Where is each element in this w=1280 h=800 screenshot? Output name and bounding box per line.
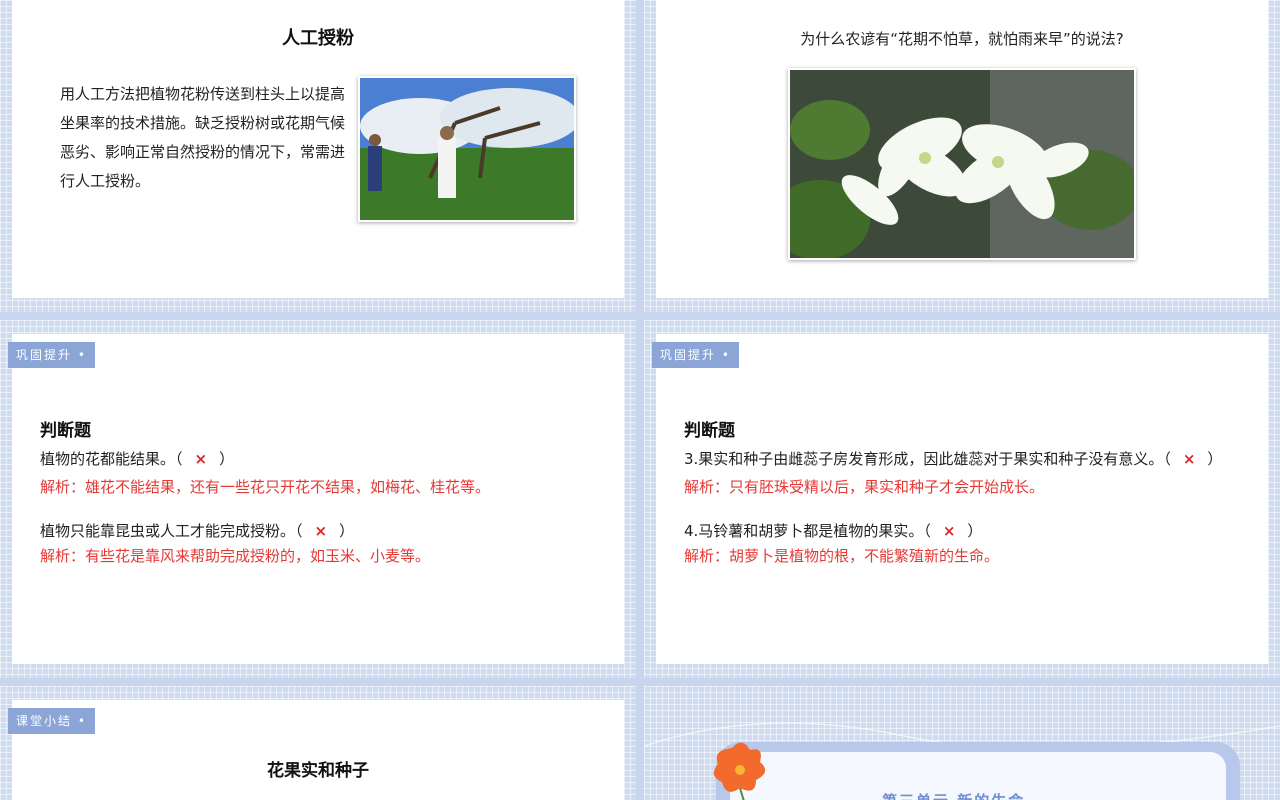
- question-1-close: ）: [219, 450, 235, 468]
- section-tag: 巩固提升 •: [8, 342, 95, 368]
- question-4-close: ）: [967, 522, 983, 540]
- question-heading: 判断题: [684, 421, 735, 441]
- question-1: 植物的花都能结果。（ × ）: [40, 448, 234, 469]
- wrong-mark-icon: ×: [194, 450, 208, 468]
- wrong-mark-icon: ×: [1182, 450, 1196, 468]
- wrong-mark-icon: ×: [314, 522, 328, 540]
- orchard-pollination-photo: [358, 76, 576, 222]
- question-3-text: 3.果实和种子由雌蕊子房发育形成，因此雄蕊对于果实和种子没有意义。（: [684, 450, 1171, 468]
- slide-thumbnail-3[interactable]: 巩固提升 • 判断题 植物的花都能结果。（ × ） 解析：雄花不能结果，还有一些花只…: [0, 320, 636, 678]
- lily-flower-photo: [788, 68, 1136, 260]
- question-1-text: 植物的花都能结果。（: [40, 450, 183, 468]
- slide-card: 人工授粉 用人工方法把植物花粉传送到柱头上以提高坐果率的技术措施。缺乏授粉树或花…: [12, 0, 624, 298]
- slide-thumbnail-5[interactable]: 课堂小结 • 花果实和种子: [0, 686, 636, 800]
- slide-card: 巩固提升 • 判断题 植物的花都能结果。（ × ） 解析：雄花不能结果，还有一些花只…: [8, 334, 624, 664]
- lily-photo-graphic: [790, 70, 1134, 258]
- question-2-close: ）: [339, 522, 355, 540]
- answer-4: 解析：胡萝卜是植物的根，不能繁殖新的生命。: [684, 547, 1000, 565]
- slide-paragraph: 用人工方法把植物花粉传送到柱头上以提高坐果率的技术措施。缺乏授粉树或花期气候恶劣…: [60, 85, 346, 190]
- slide-title: 花果实和种子: [267, 761, 369, 781]
- answer-1: 解析：雄花不能结果，还有一些花只开花不结果，如梅花、桂花等。: [40, 478, 491, 496]
- section-tag: 课堂小结 •: [8, 708, 95, 734]
- question-4-text: 4.马铃薯和胡萝卜都是植物的果实。（: [684, 522, 931, 540]
- unit-title: 第三单元 新的生命: [882, 790, 1025, 800]
- slide-thumbnail-4[interactable]: 巩固提升 • 判断题 3.果实和种子由雌蕊子房发育形成，因此雄蕊对于果实和种子没…: [644, 320, 1280, 678]
- wrong-mark-icon: ×: [942, 522, 956, 540]
- slide-thumbnail-6[interactable]: 第三单元 新的生命: [644, 686, 1280, 800]
- slide-thumbnail-2[interactable]: 为什么农谚有“花期不怕草，就怕雨来早”的说法?: [644, 0, 1280, 312]
- slide-question: 为什么农谚有“花期不怕草，就怕雨来早”的说法?: [800, 30, 1124, 48]
- orchard-photo-graphic: [360, 78, 574, 220]
- slide-thumbnail-1[interactable]: 人工授粉 用人工方法把植物花粉传送到柱头上以提高坐果率的技术措施。缺乏授粉树或花…: [0, 0, 636, 312]
- answer-3: 解析：只有胚珠受精以后，果实和种子才会开始成长。: [684, 478, 1045, 496]
- question-3: 3.果实和种子由雌蕊子房发育形成，因此雄蕊对于果实和种子没有意义。（ × ）: [684, 448, 1222, 469]
- cover-decoration: [644, 722, 1280, 800]
- question-2-text: 植物只能靠昆虫或人工才能完成授粉。（: [40, 522, 303, 540]
- slide-card: 课堂小结 • 花果实和种子: [8, 700, 624, 800]
- slide-title: 人工授粉: [282, 28, 354, 49]
- question-heading: 判断题: [40, 421, 91, 441]
- question-4: 4.马铃薯和胡萝卜都是植物的果实。（ × ）: [684, 520, 982, 541]
- question-3-close: ）: [1207, 450, 1223, 468]
- slide-card: 为什么农谚有“花期不怕草，就怕雨来早”的说法?: [656, 0, 1268, 298]
- question-2: 植物只能靠昆虫或人工才能完成授粉。（ × ）: [40, 520, 354, 541]
- answer-2: 解析：有些花是靠风来帮助完成授粉的，如玉米、小麦等。: [40, 547, 431, 565]
- slide-card: 巩固提升 • 判断题 3.果实和种子由雌蕊子房发育形成，因此雄蕊对于果实和种子没…: [652, 334, 1268, 664]
- section-tag: 巩固提升 •: [652, 342, 739, 368]
